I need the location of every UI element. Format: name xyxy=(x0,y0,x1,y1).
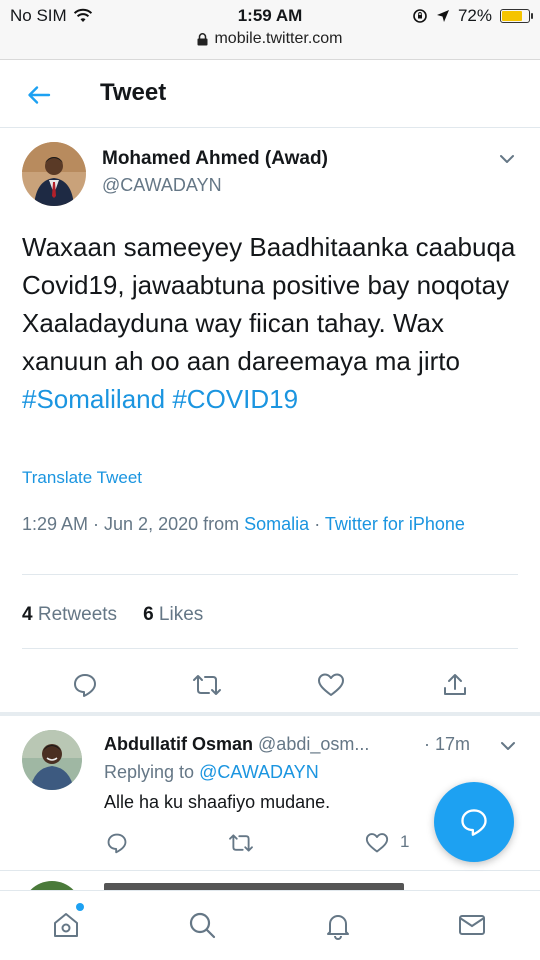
reply-like-button[interactable] xyxy=(362,828,392,858)
reply-author-name: Abdullatif Osman xyxy=(104,734,254,754)
mail-icon xyxy=(459,915,485,935)
tweet-stats: 4 Retweets 6 Likes xyxy=(22,604,203,626)
battery-percent: 72% xyxy=(457,6,492,25)
retweets-stat[interactable]: 4 Retweets xyxy=(22,604,117,626)
status-icons: 72% xyxy=(412,6,533,26)
retweet-icon xyxy=(193,675,221,695)
reply-reply-button[interactable] xyxy=(102,828,132,858)
divider xyxy=(22,574,518,575)
nav-messages[interactable] xyxy=(454,907,490,943)
reply-icon xyxy=(107,833,127,854)
chevron-down-icon[interactable] xyxy=(498,736,518,756)
next-reply-avatar xyxy=(22,881,82,890)
reply-author[interactable]: Abdullatif Osman @abdi_osm... xyxy=(104,734,369,755)
divider xyxy=(22,648,518,649)
author-name[interactable]: Mohamed Ahmed (Awad) xyxy=(102,148,328,170)
tweet-body: Waxaan sameeyey Baadhitaanka caabuqa Cov… xyxy=(22,232,531,376)
url-bar[interactable]: mobile.twitter.com xyxy=(0,30,540,48)
tweet-meta: 1:29 AM · Jun 2, 2020 from Somalia · Twi… xyxy=(22,510,522,538)
home-icon xyxy=(54,913,78,937)
nav-search[interactable] xyxy=(184,907,220,943)
share-icon xyxy=(444,674,466,695)
translate-tweet-link[interactable]: Translate Tweet xyxy=(22,468,142,488)
author-handle[interactable]: @CAWADAYN xyxy=(102,175,222,196)
hashtag-covid19[interactable]: #COVID19 xyxy=(172,384,298,414)
page-title: Tweet xyxy=(100,79,167,106)
meta-separator: · xyxy=(314,514,321,534)
reply-like-count: 1 xyxy=(400,832,410,851)
reply-time: · 17m xyxy=(424,734,471,754)
reply-avatar[interactable] xyxy=(22,730,82,790)
next-reply-header xyxy=(104,883,404,890)
replying-to-handle[interactable]: @CAWADAYN xyxy=(199,762,319,782)
page-header: Tweet xyxy=(0,60,540,128)
tweet-actions xyxy=(0,662,540,706)
avatar-image xyxy=(22,730,82,790)
lock-icon xyxy=(197,32,208,45)
reply-button[interactable] xyxy=(70,670,100,700)
new-content-dot xyxy=(76,903,84,911)
battery-icon xyxy=(500,9,533,23)
retweets-label: Retweets xyxy=(37,604,118,625)
tweet-timestamp: 1:29 AM · Jun 2, 2020 from xyxy=(22,514,240,534)
compose-reply-icon xyxy=(461,809,487,836)
bottom-nav xyxy=(0,890,540,960)
like-button[interactable] xyxy=(316,670,346,700)
compose-reply-button[interactable] xyxy=(434,782,514,862)
next-reply-partial[interactable] xyxy=(0,870,540,890)
avatar-image xyxy=(22,142,86,206)
reply-retweet-button[interactable] xyxy=(226,828,256,858)
search-icon xyxy=(189,912,216,939)
tweet-text: Waxaan sameeyey Baadhitaanka caabuqa Cov… xyxy=(22,228,522,418)
chevron-down-icon[interactable] xyxy=(496,148,518,170)
location-arrow-icon xyxy=(436,10,449,22)
back-button[interactable] xyxy=(22,78,56,112)
heart-icon xyxy=(318,673,344,696)
nav-home[interactable] xyxy=(48,907,84,943)
share-button[interactable] xyxy=(440,670,470,700)
replying-to: Replying to @CAWADAYN xyxy=(104,762,319,783)
bell-icon xyxy=(327,915,349,940)
tweet-location-link[interactable]: Somalia xyxy=(244,514,309,534)
likes-label: Likes xyxy=(158,604,204,625)
rotation-lock-icon xyxy=(413,9,427,23)
url-text: mobile.twitter.com xyxy=(214,30,343,47)
heart-icon xyxy=(365,833,389,853)
likes-stat[interactable]: 6 Likes xyxy=(143,604,203,626)
retweet-button[interactable] xyxy=(192,670,222,700)
tweet-source-link[interactable]: Twitter for iPhone xyxy=(325,514,465,534)
reply-icon xyxy=(74,674,96,697)
battery-fill xyxy=(502,11,523,21)
retweets-count: 4 xyxy=(22,604,33,625)
author-avatar[interactable] xyxy=(22,142,86,206)
hashtag-somaliland[interactable]: #Somaliland xyxy=(22,384,165,414)
replying-prefix: Replying to xyxy=(104,762,195,782)
likes-count: 6 xyxy=(143,604,154,625)
reply-text: Alle ha ku shaafiyo mudane. xyxy=(104,792,331,812)
arrow-left-icon xyxy=(28,86,51,104)
reply-author-handle: @abdi_osm... xyxy=(258,734,370,754)
status-bar: No SIM 1:59 AM 72% mobile.twitter.com xyxy=(0,0,540,60)
retweet-icon xyxy=(229,834,253,852)
nav-notifications[interactable] xyxy=(320,907,356,943)
